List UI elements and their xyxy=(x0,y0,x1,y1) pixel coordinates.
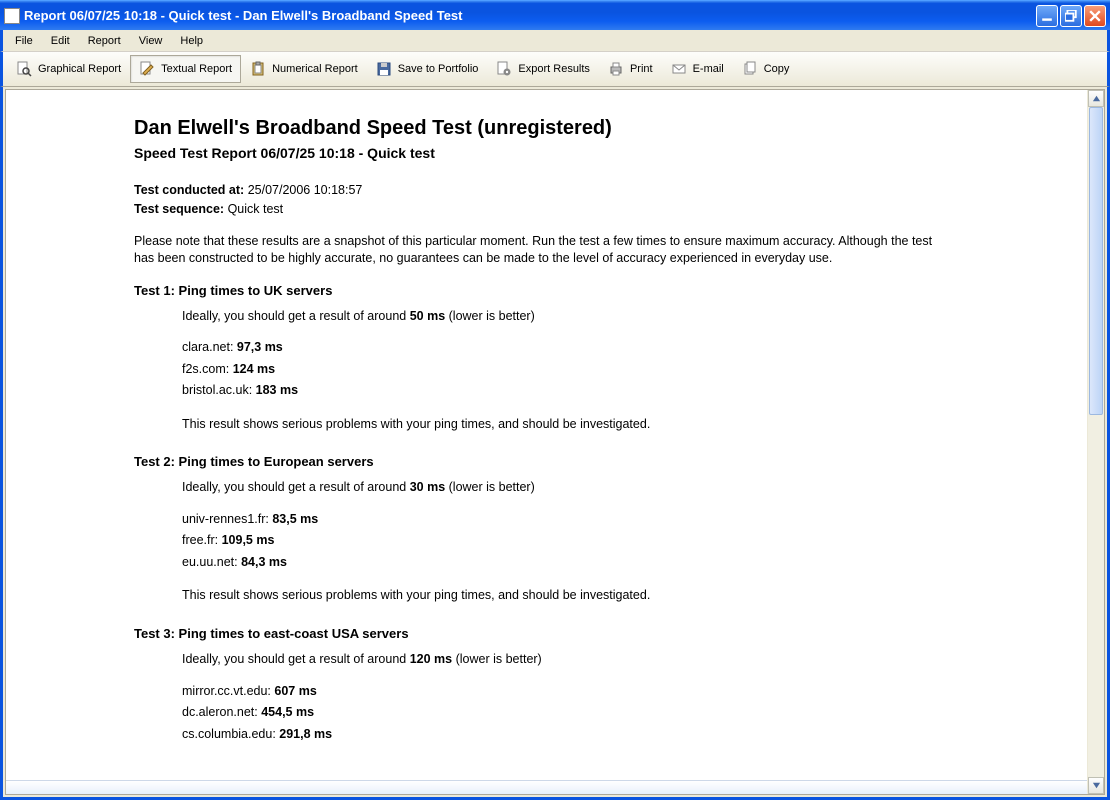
scroll-thumb[interactable] xyxy=(1089,107,1103,415)
meta-sequence-label: Test sequence: xyxy=(134,202,224,216)
ping-value: 607 ms xyxy=(274,684,316,698)
report-note: Please note that these results are a sna… xyxy=(134,233,936,268)
numerical-report-button[interactable]: Numerical Report xyxy=(241,55,367,83)
textual-report-button[interactable]: Textual Report xyxy=(130,55,241,83)
print-label: Print xyxy=(630,63,653,75)
textual-report-label: Textual Report xyxy=(161,63,232,75)
floppy-icon xyxy=(376,61,392,77)
copy-label: Copy xyxy=(764,63,790,75)
ping-host: mirror.cc.vt.edu: xyxy=(182,684,274,698)
test-heading: Test 1: Ping times to UK servers xyxy=(134,282,936,300)
test-heading: Test 2: Ping times to European servers xyxy=(134,453,936,471)
app-icon xyxy=(4,8,20,24)
ping-result: eu.uu.net: 84,3 ms xyxy=(182,554,936,572)
test-assessment: This result shows serious problems with … xyxy=(182,416,936,434)
ping-value: 124 ms xyxy=(233,362,275,376)
titlebar: Report 06/07/25 10:18 - Quick test - Dan… xyxy=(0,0,1110,30)
ping-host: eu.uu.net: xyxy=(182,555,241,569)
copy-button[interactable]: Copy xyxy=(733,55,799,83)
ideal-line: Ideally, you should get a result of arou… xyxy=(182,651,936,669)
scroll-up-button[interactable] xyxy=(1088,90,1104,107)
report-document: Dan Elwell's Broadband Speed Test (unreg… xyxy=(6,90,966,757)
ping-result: clara.net: 97,3 ms xyxy=(182,339,936,357)
ping-result: free.fr: 109,5 ms xyxy=(182,532,936,550)
menu-help[interactable]: Help xyxy=(172,33,211,49)
numerical-report-label: Numerical Report xyxy=(272,63,358,75)
clipboard-icon xyxy=(250,61,266,77)
ping-result: mirror.cc.vt.edu: 607 ms xyxy=(182,683,936,701)
minimize-button[interactable] xyxy=(1036,5,1058,27)
meta-conducted-label: Test conducted at: xyxy=(134,183,244,197)
content-frame: Dan Elwell's Broadband Speed Test (unreg… xyxy=(0,87,1110,800)
ping-result: dc.aleron.net: 454,5 ms xyxy=(182,704,936,722)
scroll-down-button[interactable] xyxy=(1088,777,1104,794)
scroll-track[interactable] xyxy=(1088,107,1104,777)
ping-value: 291,8 ms xyxy=(279,727,332,741)
ping-host: dc.aleron.net: xyxy=(182,705,261,719)
window-controls xyxy=(1036,5,1106,27)
ping-value: 84,3 ms xyxy=(241,555,287,569)
graphical-report-button[interactable]: Graphical Report xyxy=(7,55,130,83)
statusbar xyxy=(6,780,1087,794)
email-button[interactable]: E-mail xyxy=(662,55,733,83)
report-title: Dan Elwell's Broadband Speed Test (unreg… xyxy=(134,114,936,142)
meta-conducted: Test conducted at: 25/07/2006 10:18:57 xyxy=(134,182,936,200)
pencil-page-icon xyxy=(139,61,155,77)
envelope-icon xyxy=(671,61,687,77)
menu-file[interactable]: File xyxy=(7,33,41,49)
document-viewport[interactable]: Dan Elwell's Broadband Speed Test (unreg… xyxy=(6,90,1087,794)
vertical-scrollbar[interactable] xyxy=(1087,90,1104,794)
export-results-label: Export Results xyxy=(518,63,590,75)
meta-sequence: Test sequence: Quick test xyxy=(134,201,936,219)
gear-doc-icon xyxy=(496,61,512,77)
test-assessment: This result shows serious problems with … xyxy=(182,587,936,605)
menu-view[interactable]: View xyxy=(131,33,171,49)
ping-value: 183 ms xyxy=(256,383,298,397)
save-portfolio-label: Save to Portfolio xyxy=(398,63,479,75)
ping-value: 454,5 ms xyxy=(261,705,314,719)
graphical-report-label: Graphical Report xyxy=(38,63,121,75)
restore-button[interactable] xyxy=(1060,5,1082,27)
menu-report[interactable]: Report xyxy=(80,33,129,49)
save-portfolio-button[interactable]: Save to Portfolio xyxy=(367,55,488,83)
printer-icon xyxy=(608,61,624,77)
ping-host: free.fr: xyxy=(182,533,222,547)
menu-edit[interactable]: Edit xyxy=(43,33,78,49)
close-button[interactable] xyxy=(1084,5,1106,27)
ping-result: cs.columbia.edu: 291,8 ms xyxy=(182,726,936,744)
ping-value: 83,5 ms xyxy=(272,512,318,526)
magnifier-page-icon xyxy=(16,61,32,77)
ping-host: clara.net: xyxy=(182,340,237,354)
ideal-line: Ideally, you should get a result of arou… xyxy=(182,308,936,326)
ping-value: 97,3 ms xyxy=(237,340,283,354)
test-heading: Test 3: Ping times to east-coast USA ser… xyxy=(134,625,936,643)
toolbar: Graphical Report Textual Report Numerical … xyxy=(0,52,1110,87)
ping-host: bristol.ac.uk: xyxy=(182,383,256,397)
ping-host: f2s.com: xyxy=(182,362,233,376)
export-results-button[interactable]: Export Results xyxy=(487,55,599,83)
content-pane: Dan Elwell's Broadband Speed Test (unreg… xyxy=(5,89,1105,795)
ping-value: 109,5 ms xyxy=(222,533,275,547)
ping-host: univ-rennes1.fr: xyxy=(182,512,272,526)
two-pages-icon xyxy=(742,61,758,77)
ping-host: cs.columbia.edu: xyxy=(182,727,279,741)
window-title: Report 06/07/25 10:18 - Quick test - Dan… xyxy=(24,8,1036,23)
ping-result: f2s.com: 124 ms xyxy=(182,361,936,379)
print-button[interactable]: Print xyxy=(599,55,662,83)
meta-sequence-value: Quick test xyxy=(228,202,284,216)
menubar: FileEditReportViewHelp xyxy=(0,30,1110,52)
report-subtitle: Speed Test Report 06/07/25 10:18 - Quick… xyxy=(134,144,936,164)
meta-conducted-value: 25/07/2006 10:18:57 xyxy=(248,183,363,197)
ping-result: bristol.ac.uk: 183 ms xyxy=(182,382,936,400)
ping-result: univ-rennes1.fr: 83,5 ms xyxy=(182,511,936,529)
email-label: E-mail xyxy=(693,63,724,75)
ideal-line: Ideally, you should get a result of arou… xyxy=(182,479,936,497)
